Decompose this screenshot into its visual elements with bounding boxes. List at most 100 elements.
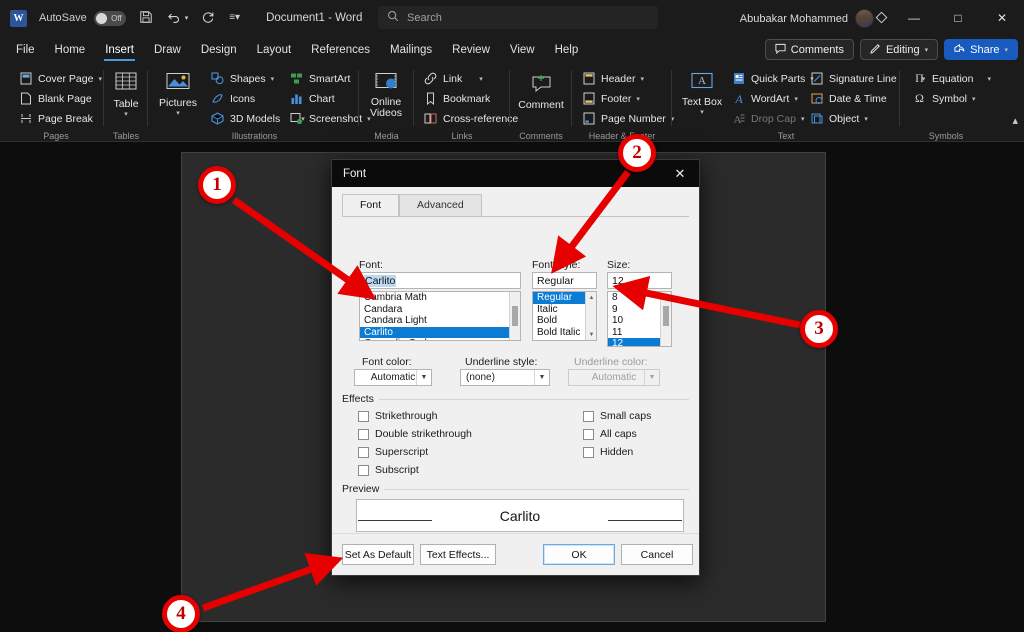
- undo-icon[interactable]: [166, 10, 181, 26]
- tab-home[interactable]: Home: [45, 36, 96, 64]
- customize-quick-access-icon[interactable]: ≡▾: [229, 13, 240, 23]
- list-item[interactable]: Cascadia Code: [360, 338, 520, 341]
- font-name-input[interactable]: Carlito: [359, 272, 521, 289]
- checkbox-box[interactable]: [358, 447, 369, 458]
- account-area[interactable]: Abubakar Mohammed: [740, 9, 874, 28]
- microsoft-365-diamond-icon[interactable]: [875, 11, 888, 27]
- editing-button[interactable]: Editing ▾: [860, 39, 938, 60]
- shapes-button[interactable]: Shapes ▾: [206, 69, 278, 88]
- tab-references[interactable]: References: [301, 36, 380, 64]
- maximize-button[interactable]: □: [936, 0, 980, 36]
- size-list[interactable]: 8 9 10 11 12: [607, 291, 672, 347]
- scroll-up-arrow-icon[interactable]: ▲: [586, 292, 597, 303]
- table-button[interactable]: Table ▾: [100, 68, 152, 118]
- scroll-down-arrow-icon[interactable]: ▼: [586, 329, 597, 340]
- chevron-down-icon[interactable]: ▼: [534, 370, 549, 385]
- close-button[interactable]: ✕: [980, 0, 1024, 36]
- save-icon[interactable]: [139, 10, 153, 26]
- size-list-scrollbar[interactable]: [660, 292, 671, 346]
- list-item[interactable]: Cambria Math: [360, 292, 520, 304]
- checkbox-box[interactable]: [358, 465, 369, 476]
- tab-font[interactable]: Font: [342, 194, 399, 216]
- online-videos-button[interactable]: Online Videos: [360, 68, 412, 119]
- avatar[interactable]: [855, 9, 874, 28]
- close-icon[interactable]: ✕: [661, 160, 699, 187]
- set-as-default-button[interactable]: Set As Default: [342, 544, 414, 565]
- scrollbar-thumb[interactable]: [512, 306, 518, 326]
- chart-icon: [289, 91, 304, 106]
- redo-icon[interactable]: [201, 10, 216, 26]
- checkbox-double-strikethrough[interactable]: Double strikethrough: [358, 428, 472, 440]
- font-preview-box: Carlito: [356, 499, 684, 532]
- tab-draw[interactable]: Draw: [144, 36, 191, 64]
- undo-dropdown-caret-icon[interactable]: ▾: [185, 15, 189, 22]
- page-break-button[interactable]: Page Break: [14, 109, 97, 128]
- cross-reference-button[interactable]: Cross-reference: [419, 109, 522, 128]
- checkbox-strikethrough[interactable]: Strikethrough: [358, 410, 437, 422]
- font-style-input[interactable]: Regular: [532, 272, 597, 289]
- equation-button[interactable]: Π Equation ▾: [908, 69, 995, 88]
- font-style-list-scrollbar[interactable]: ▲ ▼: [585, 292, 596, 340]
- cover-page-button[interactable]: Cover Page ▾: [14, 69, 106, 88]
- footer-button[interactable]: Footer ▾: [577, 89, 644, 108]
- list-item[interactable]: Candara Light: [360, 315, 520, 327]
- drop-cap-button[interactable]: A Drop Cap ▾: [727, 109, 808, 128]
- text-box-button[interactable]: A Text Box ▾: [676, 68, 728, 116]
- tab-design[interactable]: Design: [191, 36, 247, 64]
- svg-text:A: A: [734, 92, 743, 105]
- checkbox-hidden[interactable]: Hidden: [583, 446, 633, 458]
- checkbox-superscript[interactable]: Superscript: [358, 446, 428, 458]
- blank-page-button[interactable]: Blank Page: [14, 89, 96, 108]
- autosave-toggle[interactable]: Off: [94, 11, 126, 26]
- tab-review[interactable]: Review: [442, 36, 500, 64]
- text-effects-button[interactable]: Text Effects...: [420, 544, 496, 565]
- list-item[interactable]: Candara: [360, 304, 520, 316]
- tab-mailings[interactable]: Mailings: [380, 36, 442, 64]
- comments-button[interactable]: Comments: [765, 39, 854, 60]
- autosave-state-label: Off: [111, 14, 122, 23]
- new-comment-button[interactable]: Comment: [515, 70, 567, 111]
- ok-button[interactable]: OK: [543, 544, 615, 565]
- page-number-button[interactable]: Page Number ▾: [577, 109, 678, 128]
- underline-style-select[interactable]: (none) ▼: [460, 369, 550, 386]
- symbol-button[interactable]: Ω Symbol ▾: [908, 89, 980, 108]
- tab-advanced[interactable]: Advanced: [399, 194, 482, 216]
- tab-insert[interactable]: Insert: [95, 36, 144, 64]
- smartart-button[interactable]: SmartArt: [285, 69, 354, 88]
- ribbon-group-comments: Comment Comments: [510, 64, 572, 142]
- link-button[interactable]: Link ▾: [419, 69, 487, 88]
- share-button[interactable]: Share ▾: [944, 39, 1018, 60]
- bookmark-button[interactable]: Bookmark: [419, 89, 494, 108]
- tab-help[interactable]: Help: [545, 36, 589, 64]
- checkbox-box[interactable]: [583, 429, 594, 440]
- checkbox-small-caps[interactable]: Small caps: [583, 410, 651, 422]
- tab-file[interactable]: File: [6, 36, 45, 64]
- checkbox-box[interactable]: [358, 429, 369, 440]
- font-list[interactable]: Cambria Math Candara Candara Light Carli…: [359, 291, 521, 341]
- checkbox-box[interactable]: [358, 411, 369, 422]
- date-time-button[interactable]: Date & Time: [805, 89, 891, 108]
- font-list-scrollbar[interactable]: [509, 292, 520, 340]
- object-button[interactable]: Object ▾: [805, 109, 872, 128]
- collapse-ribbon-chevron-icon[interactable]: ▴: [1012, 114, 1018, 127]
- scrollbar-thumb[interactable]: [663, 306, 669, 326]
- checkbox-all-caps[interactable]: All caps: [583, 428, 637, 440]
- checkbox-box[interactable]: [583, 411, 594, 422]
- font-style-list[interactable]: Regular Italic Bold Bold Italic ▲ ▼: [532, 291, 597, 341]
- pictures-button[interactable]: Pictures ▾: [152, 68, 204, 117]
- size-input[interactable]: 12: [607, 272, 672, 289]
- checkbox-box[interactable]: [583, 447, 594, 458]
- checkbox-subscript[interactable]: Subscript: [358, 464, 419, 476]
- header-button[interactable]: Header ▾: [577, 69, 648, 88]
- tab-layout[interactable]: Layout: [247, 36, 302, 64]
- font-color-select[interactable]: Automatic ▼: [354, 369, 432, 386]
- wordart-button[interactable]: A WordArt ▾: [727, 89, 802, 108]
- chart-button[interactable]: Chart: [285, 89, 339, 108]
- tab-view[interactable]: View: [500, 36, 545, 64]
- chevron-down-icon[interactable]: ▼: [416, 370, 431, 385]
- search-input[interactable]: Search: [378, 6, 658, 29]
- icons-button[interactable]: Icons: [206, 89, 259, 108]
- list-item-selected[interactable]: Carlito: [360, 327, 520, 339]
- cancel-button[interactable]: Cancel: [621, 544, 693, 565]
- minimize-button[interactable]: —: [892, 0, 936, 36]
